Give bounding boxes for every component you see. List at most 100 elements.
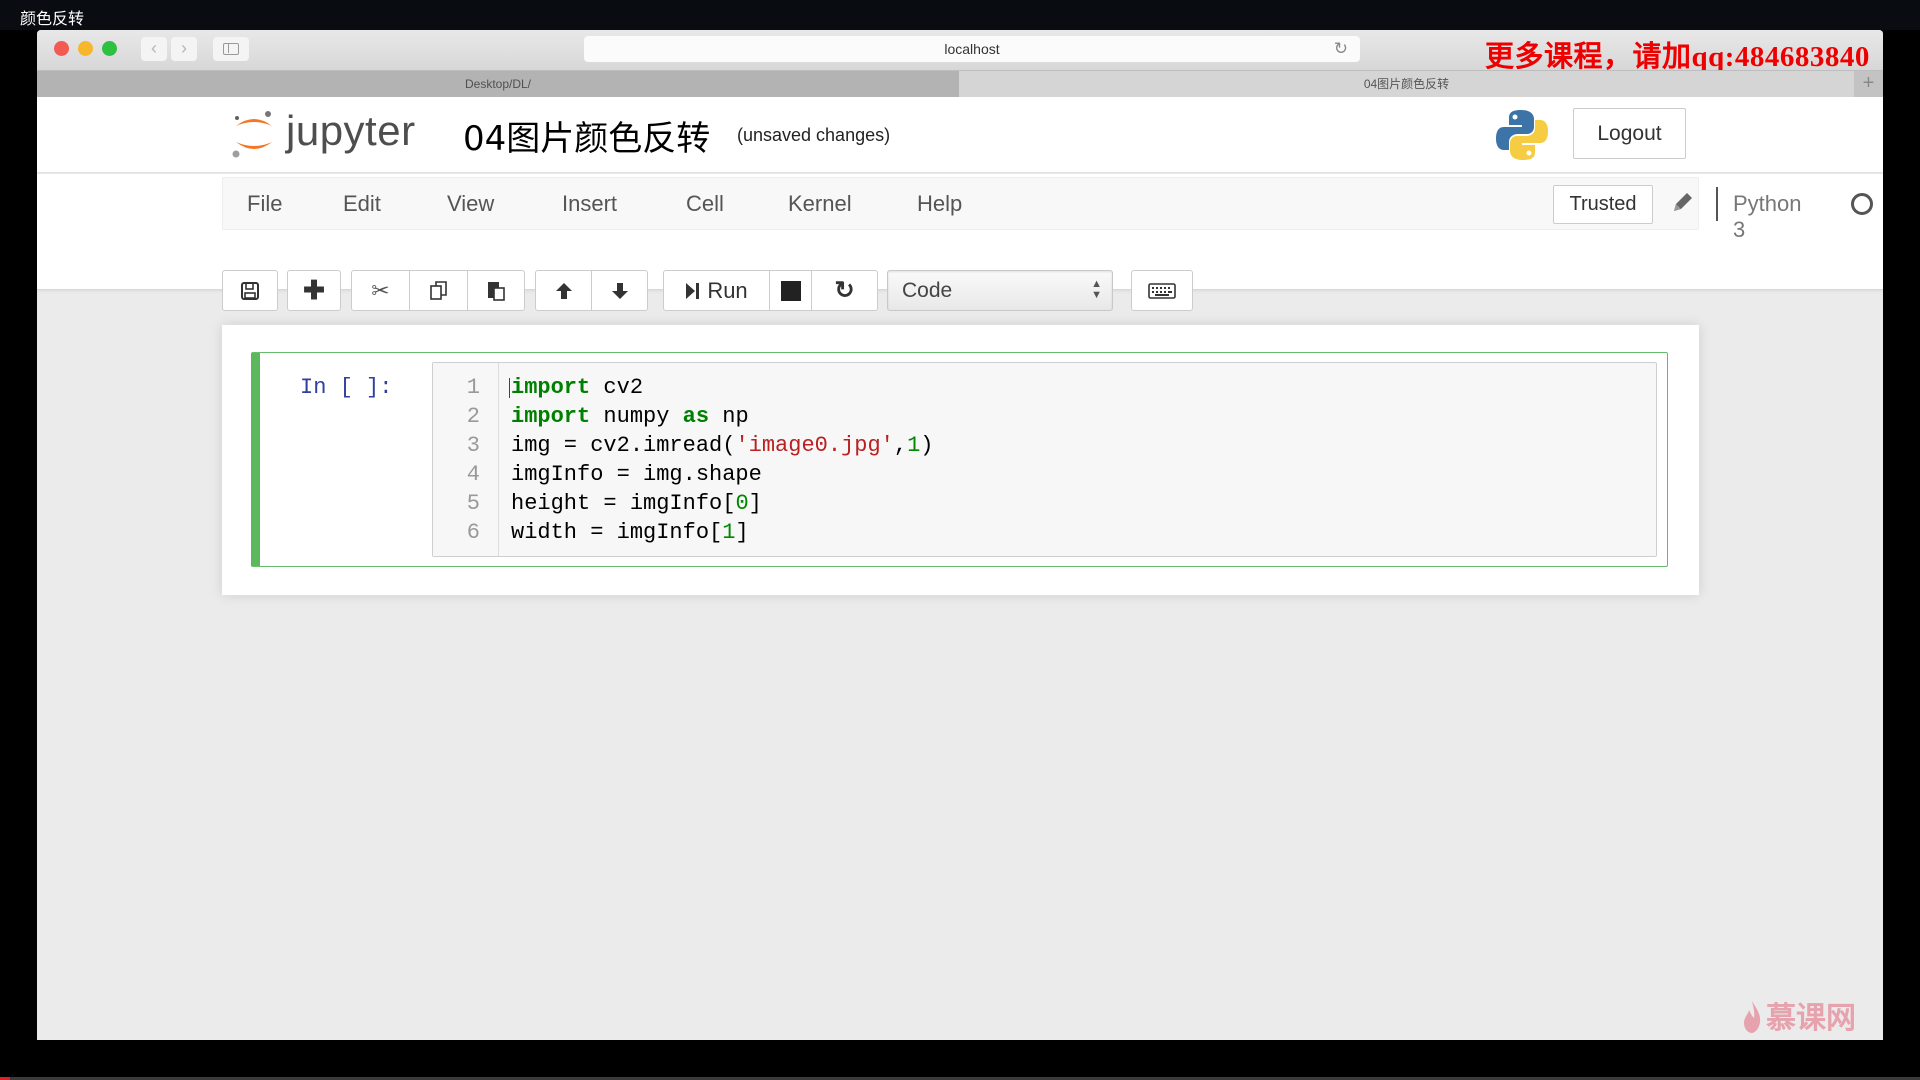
insert-cell-button[interactable]: ✚ [288,271,340,310]
number-token: 1 [722,520,736,545]
toolbar-group-move [535,270,648,311]
line-number: 5 [466,491,480,516]
toolbar-group-keyboard [1131,270,1193,311]
watermark-text: 慕课网 [1766,1001,1856,1036]
line-number: 6 [466,520,480,545]
line-number: 4 [466,462,480,487]
kernel-separator [1716,187,1718,221]
code-token: ] [735,520,749,545]
move-up-button[interactable] [536,271,592,310]
text-cursor [509,378,515,398]
browser-window: ‹ › localhost ↻ 更多课程，请加qq:484683840 Desk… [37,30,1883,1040]
menu-help[interactable]: Help [917,191,962,217]
command-palette-button[interactable] [1132,271,1192,310]
code-token: ] [748,491,762,516]
logout-button[interactable]: Logout [1573,108,1686,159]
new-tab-button[interactable]: + [1854,71,1883,97]
menubar: File Edit View Insert Cell Kernel Help T… [222,177,1873,242]
restart-kernel-button[interactable]: ↻ [812,271,877,310]
address-bar[interactable]: localhost ↻ [584,36,1360,62]
flame-logo-icon [1744,1001,1761,1033]
code-lines: import cv2 import numpy as np img = cv2.im… [511,373,933,547]
code-token: np [709,404,749,429]
notebook-name[interactable]: 04图片颜色反转 [463,111,710,160]
save-icon [241,281,259,300]
code-line: img = cv2.imread('image0.jpg',1) [511,431,933,460]
line-number-gutter: 1 2 3 4 5 6 [433,363,499,556]
video-title: 颜色反转 [20,9,85,28]
jupyter-logo-icon[interactable] [230,108,278,160]
pencil-icon[interactable] [1670,189,1696,215]
code-token: width = imgInfo[ [511,520,723,545]
arrow-down-icon [611,282,628,299]
reload-icon[interactable]: ↻ [1334,39,1348,59]
stop-icon [780,280,801,301]
menu-insert[interactable]: Insert [562,191,617,217]
forward-button[interactable]: › [171,37,197,61]
interrupt-kernel-button[interactable] [770,271,812,310]
save-status: (unsaved changes) [737,125,891,145]
save-button[interactable] [223,271,277,310]
python-logo-icon [1496,110,1548,160]
sidebar-toggle-button[interactable] [213,37,249,61]
maximize-window-button[interactable] [102,41,117,56]
cell-type-value: Code [902,279,953,302]
menu-file[interactable]: File [247,191,282,217]
keyboard-icon [1148,282,1176,299]
number-token: 0 [735,491,749,516]
code-token: img = cv2.imread( [511,433,736,458]
copy-button[interactable] [410,271,468,310]
menu-edit[interactable]: Edit [343,191,381,217]
code-line: width = imgInfo[1] [511,518,933,547]
browser-tab-desktop-dl[interactable]: Desktop/DL/ [37,71,959,97]
browser-tab-bar: Desktop/DL/ 04图片颜色反转 + [37,70,1883,97]
code-token: imgInfo = img.shape [511,462,762,487]
code-line: import numpy as np [511,402,933,431]
line-number: 1 [466,375,480,400]
close-window-button[interactable] [54,41,69,56]
imooc-watermark: 慕课网 [1742,993,1856,1037]
select-arrows-icon: ▲ ▼ [1091,278,1102,301]
cut-button[interactable]: ✂ [352,271,410,310]
menu-kernel[interactable]: Kernel [788,191,852,217]
url-text: localhost [944,41,1000,57]
toolbar-group-insert: ✚ [287,270,341,311]
code-token: height = imgInfo[ [511,491,736,516]
minimize-window-button[interactable] [78,41,93,56]
keyword-token: import [511,375,591,400]
code-token: cv2 [590,375,644,400]
cell-type-select[interactable]: Code ▲ ▼ [887,270,1113,311]
code-cell[interactable]: In [ ]: 123456 import cv2 import numpy as… [251,352,1668,567]
kernel-idle-indicator-icon [1851,193,1873,215]
jupyter-header: jupyter 04图片颜色反转 (unsaved changes) Logou… [37,97,1883,173]
code-line: imgInfo = img.shape [511,460,933,489]
back-button[interactable]: ‹ [141,37,167,61]
paste-button[interactable] [468,271,524,310]
string-token: 'image0.jpg' [735,433,894,458]
code-token: numpy [590,404,683,429]
video-top-strip: 颜色反转 [0,0,1920,30]
menu-view[interactable]: View [447,191,494,217]
restart-icon: ↻ [834,277,855,304]
toolbar-group-run: Run ↻ [663,270,878,311]
step-forward-icon [686,282,700,299]
notebook-container: In [ ]: 123456 import cv2 import numpy as… [222,325,1699,595]
menu-cell[interactable]: Cell [686,191,724,217]
input-prompt: In [ ]: [300,375,393,400]
line-number: 2 [466,404,480,429]
browser-tab-notebook[interactable]: 04图片颜色反转 [959,71,1854,97]
keyword-token: as [682,404,710,429]
promo-overlay-text: 更多课程，请加qq:484683840 [1485,41,1870,73]
toolbar-group-clipboard: ✂ [351,270,525,311]
plus-icon: ✚ [303,275,325,305]
keyword-token: import [511,404,591,429]
jupyter-logo-text: jupyter [286,107,416,154]
kernel-name[interactable]: Python 3 [1733,191,1802,243]
code-token: ) [920,433,934,458]
move-down-button[interactable] [592,271,647,310]
code-token: , [893,433,908,458]
run-label: Run [707,277,748,303]
code-editor[interactable]: 123456 import cv2 import numpy as np img =… [432,362,1657,557]
trusted-indicator[interactable]: Trusted [1553,185,1653,224]
run-button[interactable]: Run [664,271,770,310]
